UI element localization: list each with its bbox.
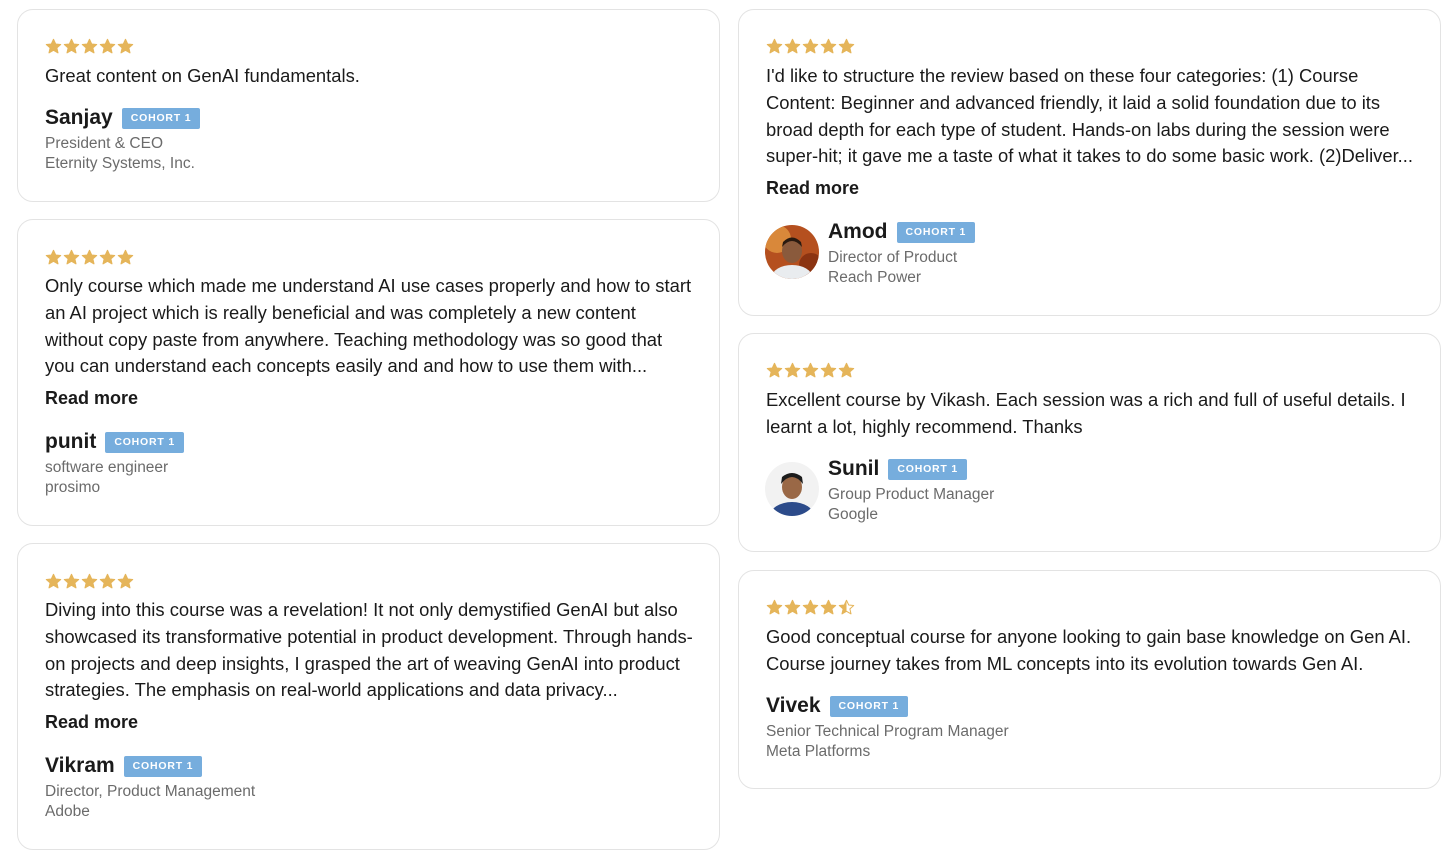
- star-rating: [766, 38, 855, 55]
- star-icon: [117, 249, 134, 265]
- star-icon: [766, 599, 783, 615]
- star-icon: [838, 38, 855, 54]
- star-icon: [117, 573, 134, 589]
- cohort-badge: COHORT 1: [121, 107, 201, 129]
- review-card: I'd like to structure the review based o…: [738, 9, 1441, 316]
- star-icon: [802, 599, 819, 615]
- review-text: Diving into this course was a revelation…: [45, 599, 693, 701]
- star-icon: [766, 38, 783, 54]
- star-rating: [45, 38, 134, 55]
- star-icon: [766, 362, 783, 378]
- reviewer-role: Group Product Manager: [828, 486, 995, 503]
- reviewer-name: Vikram: [45, 754, 115, 777]
- reviewer-name: Sanjay: [45, 106, 113, 129]
- reviewer-role: software engineer: [45, 459, 169, 476]
- reviewer-name: Sunil: [828, 457, 880, 480]
- reviewer: Sunil COHORT 1 Group Product Manager Goo…: [828, 457, 994, 525]
- reviewer: Sanjay COHORT 1 President & CEO Eternity…: [45, 106, 201, 174]
- review-card: Good conceptual course for anyone lookin…: [738, 570, 1441, 789]
- read-more-button[interactable]: Read more: [45, 712, 138, 733]
- cohort-badge: COHORT 1: [888, 458, 967, 480]
- star-icon: [81, 249, 98, 265]
- cohort-badge: COHORT 1: [123, 755, 203, 777]
- reviewer-name: Vivek: [766, 694, 821, 717]
- star-icon: [63, 38, 80, 54]
- star-icon: [820, 38, 837, 54]
- reviewer: Amod COHORT 1 Director of Product Reach …: [828, 220, 976, 288]
- review-card: Diving into this course was a revelation…: [17, 543, 720, 850]
- star-rating: [45, 573, 134, 590]
- star-icon: [820, 599, 837, 615]
- cohort-badge: COHORT 1: [829, 695, 909, 717]
- star-icon: [99, 249, 116, 265]
- star-icon: [81, 573, 98, 589]
- reviewer-role: Director of Product: [828, 249, 958, 266]
- star-icon: [820, 362, 837, 378]
- reviewer-name: punit: [45, 430, 97, 453]
- star-icon: [784, 599, 801, 615]
- review-text: I'd like to structure the review based o…: [766, 65, 1414, 167]
- star-rating: [766, 599, 855, 616]
- star-icon: [784, 38, 801, 54]
- review-card: Only course which made me understand AI …: [17, 219, 720, 526]
- star-icon: [117, 38, 134, 54]
- star-rating: [45, 249, 134, 266]
- star-icon: [63, 573, 80, 589]
- star-icon: [81, 38, 98, 54]
- cohort-badge: COHORT 1: [896, 221, 976, 243]
- star-icon: [45, 249, 62, 265]
- review-card: Excellent course by Vikash. Each session…: [738, 333, 1441, 552]
- star-icon: [99, 38, 116, 54]
- reviewer: Vikram COHORT 1 Director, Product Manage…: [45, 754, 255, 822]
- review-text: Only course which made me understand AI …: [45, 275, 692, 377]
- half-star-icon: [838, 599, 855, 615]
- reviewer-role: Senior Technical Program Manager: [766, 723, 1009, 740]
- reviewer-name: Amod: [828, 220, 888, 243]
- reviewer-company: Google: [828, 506, 878, 523]
- reviewer-role: Director, Product Management: [45, 783, 256, 800]
- reviewer-company: Reach Power: [828, 269, 922, 286]
- reviewer-company: Adobe: [45, 803, 90, 820]
- read-more-button[interactable]: Read more: [766, 178, 859, 199]
- review-text: Great content on GenAI fundamentals.: [45, 65, 360, 86]
- review-card: Great content on GenAI fundamentals. San…: [17, 9, 720, 202]
- star-icon: [802, 362, 819, 378]
- star-icon: [45, 38, 62, 54]
- star-icon: [802, 38, 819, 54]
- reviewer: punit COHORT 1 software engineer prosimo: [45, 430, 184, 498]
- reviewer-company: Meta Platforms: [766, 743, 871, 760]
- review-text: Excellent course by Vikash. Each session…: [766, 389, 1406, 437]
- cohort-badge: COHORT 1: [105, 431, 184, 453]
- star-rating: [766, 362, 855, 379]
- star-icon: [99, 573, 116, 589]
- review-text: Good conceptual course for anyone lookin…: [766, 626, 1412, 674]
- read-more-button[interactable]: Read more: [45, 388, 138, 409]
- reviewer-company: prosimo: [45, 479, 101, 496]
- star-icon: [45, 573, 62, 589]
- reviewer-role: President & CEO: [45, 135, 164, 152]
- reviewer: Vivek COHORT 1 Senior Technical Program …: [766, 694, 1009, 762]
- avatar: [765, 225, 819, 279]
- star-icon: [63, 249, 80, 265]
- star-icon: [784, 362, 801, 378]
- reviewer-company: Eternity Systems, Inc.: [45, 155, 195, 172]
- avatar: [765, 462, 819, 516]
- star-icon: [838, 362, 855, 378]
